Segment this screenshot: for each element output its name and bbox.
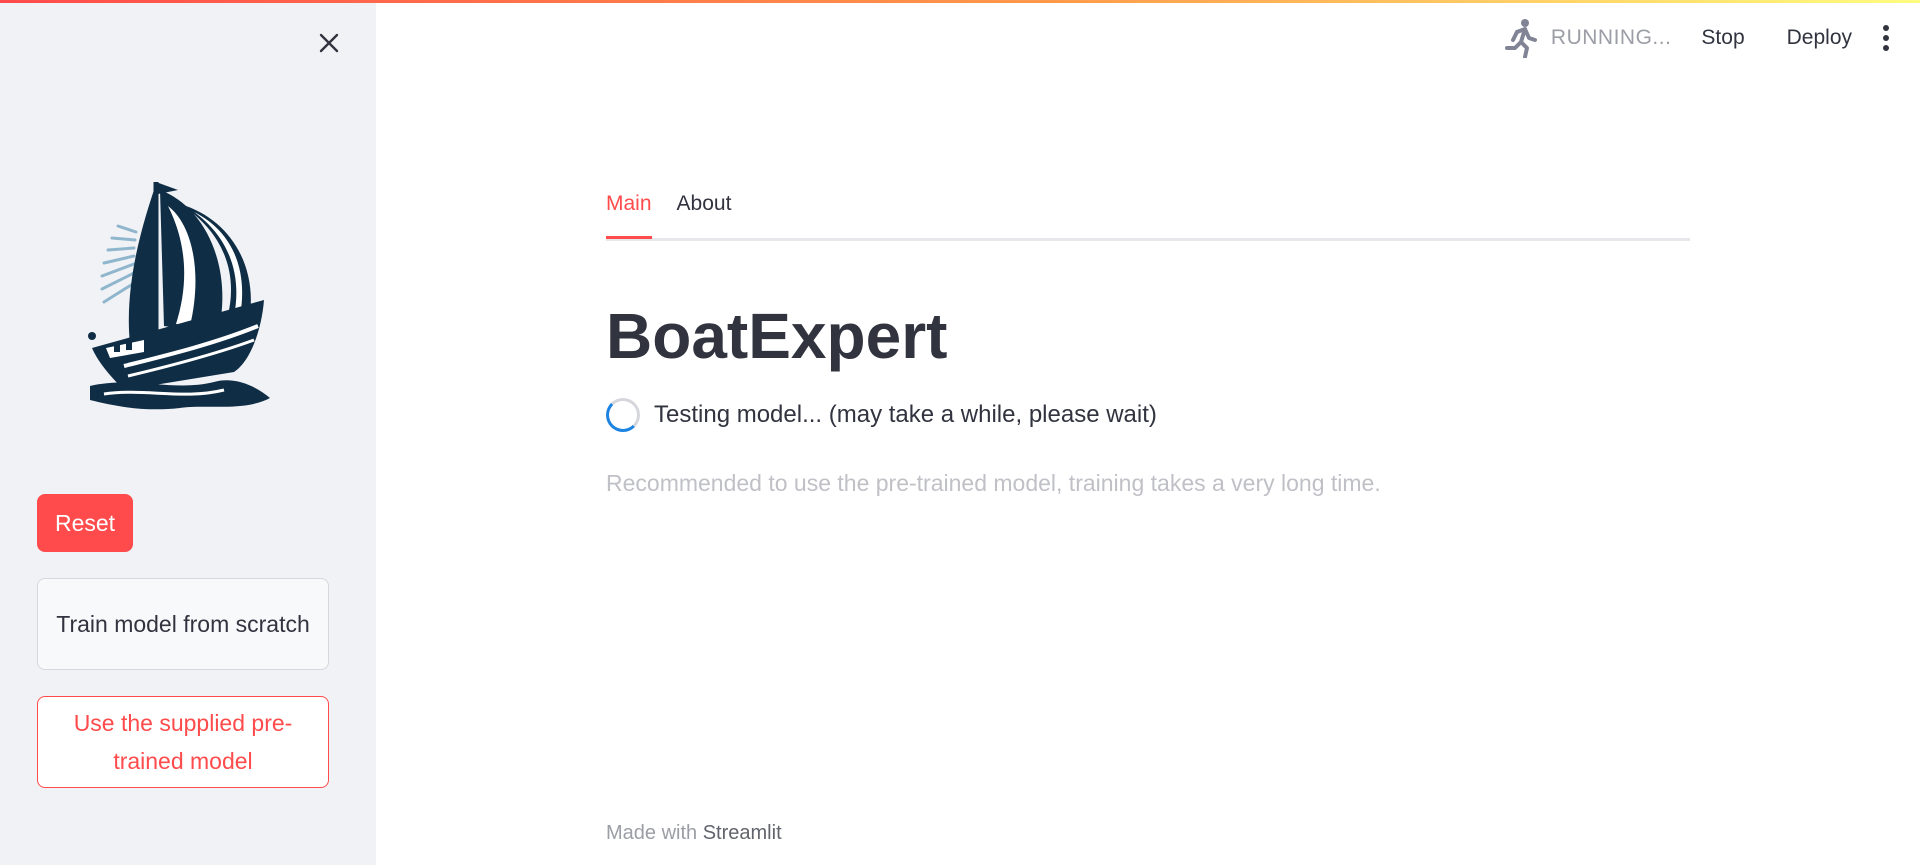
stop-button[interactable]: Stop <box>1701 26 1744 50</box>
running-man-icon <box>1504 19 1537 58</box>
running-status: RUNNING... <box>1550 26 1672 49</box>
loading-status: Testing model... (may take a while, plea… <box>606 398 1157 432</box>
spinner-text: Testing model... (may take a while, plea… <box>654 401 1157 428</box>
sidebar: Reset Train model from scratch Use the s… <box>0 0 376 865</box>
use-pretrained-button[interactable]: Use the supplied pre-trained model <box>37 696 329 788</box>
footer-prefix: Made with <box>606 822 698 844</box>
header-toolbar: RUNNING... Stop Deploy <box>1503 18 1920 58</box>
footer: Made with Streamlit <box>606 822 782 845</box>
spinner-icon <box>606 398 640 432</box>
kebab-dot-icon <box>1883 35 1889 41</box>
deploy-button[interactable]: Deploy <box>1787 26 1852 50</box>
streamlit-link[interactable]: Streamlit <box>703 822 782 844</box>
reset-button[interactable]: Reset <box>37 494 133 552</box>
page-title: BoatExpert <box>606 300 948 372</box>
kebab-dot-icon <box>1883 25 1889 31</box>
boat-logo <box>84 176 284 412</box>
top-decoration-bar <box>0 0 1920 3</box>
recommendation-note: Recommended to use the pre-trained model… <box>606 470 1381 496</box>
tab-bar: Main About <box>606 186 1690 241</box>
close-sidebar-button[interactable] <box>312 26 346 60</box>
tab-main[interactable]: Main <box>606 186 652 239</box>
tab-about[interactable]: About <box>677 186 732 236</box>
main-menu-button[interactable] <box>1874 18 1898 58</box>
kebab-dot-icon <box>1883 45 1889 51</box>
train-model-button[interactable]: Train model from scratch <box>37 578 329 670</box>
sailboat-icon <box>88 182 270 410</box>
close-icon <box>319 33 339 53</box>
